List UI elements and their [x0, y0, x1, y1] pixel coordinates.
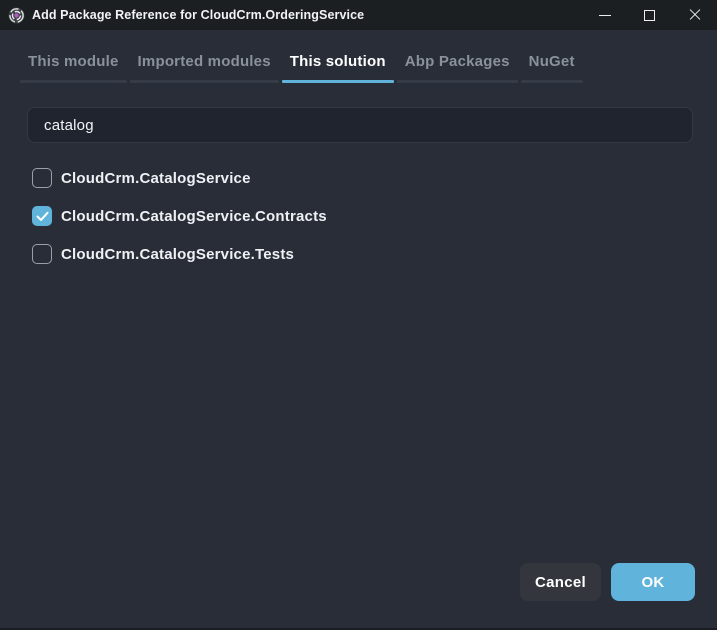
checkbox-checked-icon[interactable] — [32, 206, 52, 226]
package-name: CloudCrm.CatalogService.Contracts — [61, 208, 327, 225]
tab-this-module[interactable]: This module — [20, 45, 127, 83]
close-icon — [689, 9, 701, 21]
tab-nuget[interactable]: NuGet — [521, 45, 583, 83]
abp-studio-logo-icon — [8, 7, 25, 24]
ok-button[interactable]: OK — [611, 563, 695, 601]
tab-bar: This module Imported modules This soluti… — [20, 45, 717, 83]
tab-this-solution[interactable]: This solution — [282, 45, 394, 83]
package-row-catalogservice-contracts[interactable]: CloudCrm.CatalogService.Contracts — [32, 206, 717, 226]
window-title: Add Package Reference for CloudCrm.Order… — [32, 8, 364, 22]
minimize-button[interactable] — [582, 0, 627, 30]
maximize-button[interactable] — [627, 0, 672, 30]
maximize-icon — [644, 10, 655, 21]
checkbox-unchecked-icon[interactable] — [32, 244, 52, 264]
search-container — [0, 83, 717, 143]
package-row-catalogservice-tests[interactable]: CloudCrm.CatalogService.Tests — [32, 244, 717, 264]
cancel-button[interactable]: Cancel — [520, 563, 601, 601]
package-name: CloudCrm.CatalogService — [61, 170, 251, 187]
titlebar[interactable]: Add Package Reference for CloudCrm.Order… — [0, 0, 717, 30]
package-search-input[interactable] — [27, 107, 693, 143]
window-controls — [582, 0, 717, 30]
minimize-icon — [599, 15, 611, 16]
dialog-footer: Cancel OK — [520, 563, 695, 601]
package-name: CloudCrm.CatalogService.Tests — [61, 246, 294, 263]
close-button[interactable] — [672, 0, 717, 30]
tab-abp-packages[interactable]: Abp Packages — [397, 45, 518, 83]
checkbox-unchecked-icon[interactable] — [32, 168, 52, 188]
tab-imported-modules[interactable]: Imported modules — [130, 45, 279, 83]
add-package-reference-dialog: Add Package Reference for CloudCrm.Order… — [0, 0, 717, 630]
package-list: CloudCrm.CatalogService CloudCrm.Catalog… — [32, 168, 717, 264]
package-row-catalogservice[interactable]: CloudCrm.CatalogService — [32, 168, 717, 188]
